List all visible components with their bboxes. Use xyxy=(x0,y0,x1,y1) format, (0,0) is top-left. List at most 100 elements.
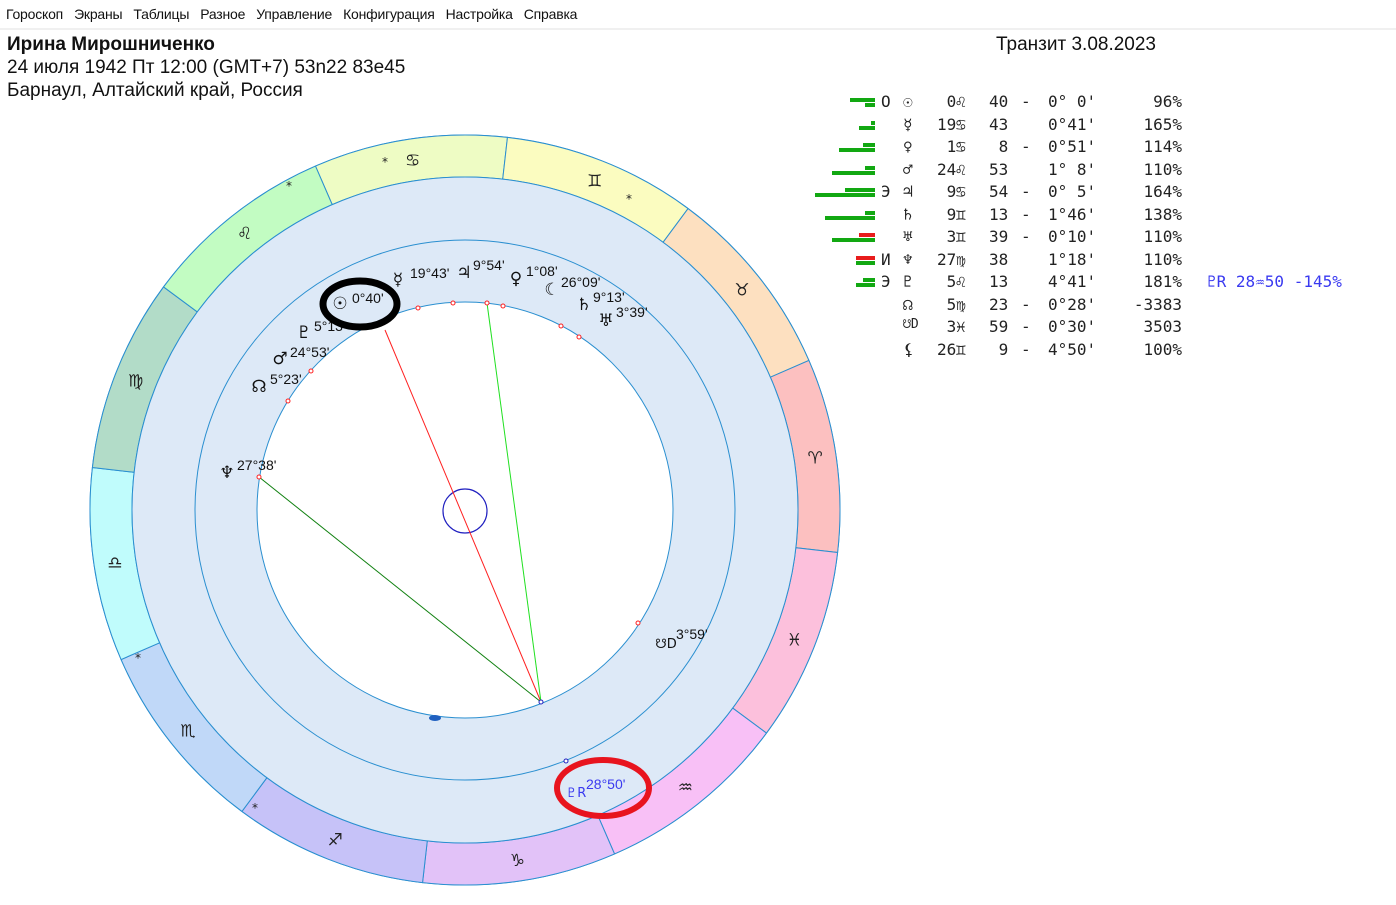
south-node-icon[interactable]: ☋D xyxy=(655,637,677,652)
percent: -3383 xyxy=(1133,294,1182,314)
transit-position-dot xyxy=(538,699,544,705)
south-node-degree-label: 3°59' xyxy=(676,626,708,642)
direction-dash: - xyxy=(1021,92,1031,111)
percent: 110% xyxy=(1143,227,1182,246)
table-row[interactable]: ♀ 1 ♋ 8-0°51' 114% xyxy=(0,137,1396,159)
planet-position-dot xyxy=(308,368,314,374)
sign-icon: ♓ xyxy=(956,317,966,336)
strength-bar xyxy=(865,165,875,170)
planet-position-dot xyxy=(285,398,291,404)
degree: 19 xyxy=(937,114,957,134)
table-row[interactable]: ☋D 3 ♓ 59-0°30' 3503 xyxy=(0,317,1396,339)
orb: 0°30' xyxy=(1048,317,1097,336)
planet-position-dot xyxy=(635,620,641,626)
sign-icon: ♌ xyxy=(956,92,966,111)
orb: 0° 5' xyxy=(1048,182,1097,201)
table-row[interactable]: ☊ 5 ♍ 23-0°28' -3383 xyxy=(0,295,1396,317)
planet-icon: ♂ xyxy=(903,159,913,179)
sagittarius-sign-icon: ♐ xyxy=(328,830,343,850)
degree: 9 xyxy=(937,204,957,224)
strength-bar xyxy=(856,255,875,260)
direction-dash: - xyxy=(1021,339,1031,359)
degree: 5 xyxy=(937,294,957,314)
minutes: 38 xyxy=(989,249,1009,269)
transit-pluto-icon[interactable]: ♇R xyxy=(566,786,587,801)
table-row[interactable]: ♂ 24 ♌ 53 1° 8' 110% xyxy=(0,160,1396,182)
libra-sign-icon: ♎ xyxy=(107,553,122,573)
sign-icon: ♍ xyxy=(956,294,966,314)
planet-icon: ☋D xyxy=(903,317,919,332)
sign-icon: ♌ xyxy=(956,159,966,179)
aspect-marker: О xyxy=(881,92,891,111)
sign-icon: ♋ xyxy=(956,137,966,156)
orb: 0°41' xyxy=(1048,114,1097,134)
direction-dash: - xyxy=(1021,182,1031,201)
direction-dash: - xyxy=(1021,294,1031,314)
percent: 3503 xyxy=(1143,317,1182,336)
orb: 1°18' xyxy=(1048,249,1097,269)
sign-icon: ♋ xyxy=(956,182,966,201)
table-row[interactable]: Э ♇ 5 ♌ 13 4°41' ♇R 28♒50 -145% 181% xyxy=(0,272,1396,294)
strength-bar xyxy=(863,143,875,147)
strength-bar xyxy=(815,193,875,197)
table-row[interactable]: ♄ 9 ♊ 13-1°46' 138% xyxy=(0,205,1396,227)
planet-icon: ♇ xyxy=(903,272,913,291)
orb: 4°41' xyxy=(1048,272,1097,291)
degree: 24 xyxy=(937,159,957,179)
sign-icon: ♍ xyxy=(956,249,966,269)
north-node-icon[interactable]: ☊ xyxy=(251,377,266,397)
table-row[interactable]: ⚸ 26 ♊ 9-4°50' 100% xyxy=(0,340,1396,362)
table-row[interactable]: ♅ 3 ♊ 39-0°10' 110% xyxy=(0,227,1396,249)
sign-icon: ♋ xyxy=(956,114,966,134)
degree: 3 xyxy=(937,317,957,336)
percent: 110% xyxy=(1143,159,1182,179)
table-row[interactable]: О ☉ 0 ♌ 40-0° 0' 96% xyxy=(0,92,1396,114)
planet-icon: ♆ xyxy=(903,249,913,269)
sign-icon: ♌ xyxy=(956,272,966,291)
aspect-marker: Э xyxy=(881,182,891,201)
direction-dash: - xyxy=(1021,227,1031,246)
percent: 110% xyxy=(1143,249,1182,269)
transit-position-dot xyxy=(563,758,569,764)
table-row[interactable]: И ♆ 27 ♍ 38 1°18' 110% xyxy=(0,250,1396,272)
sign-icon: ♊ xyxy=(956,227,966,246)
minutes: 9 xyxy=(989,339,1009,359)
planet-icon: ☊ xyxy=(903,294,913,314)
orb: 1°46' xyxy=(1048,204,1097,224)
percent: 96% xyxy=(1153,92,1182,111)
minutes: 53 xyxy=(989,159,1009,179)
strength-bar xyxy=(859,125,875,130)
degree: 0 xyxy=(937,92,957,111)
neptune-icon[interactable]: ♆ xyxy=(219,463,234,483)
planet-icon: ⚸ xyxy=(903,339,915,359)
minutes: 23 xyxy=(989,294,1009,314)
percent: 114% xyxy=(1143,137,1182,156)
degree: 3 xyxy=(937,227,957,246)
strength-bar xyxy=(871,120,875,125)
table-row[interactable]: Э ♃ 9 ♋ 54-0° 5' 164% xyxy=(0,182,1396,204)
percent: 181% xyxy=(1143,272,1182,291)
strength-bar xyxy=(839,148,875,152)
minutes: 13 xyxy=(989,204,1009,224)
orb: 0°10' xyxy=(1048,227,1097,246)
aspect-marker: И xyxy=(881,249,891,269)
degree: 1 xyxy=(937,137,957,156)
direction-dash: - xyxy=(1021,137,1031,156)
strength-bar xyxy=(832,238,875,242)
minutes: 39 xyxy=(989,227,1009,246)
strength-bar xyxy=(832,170,875,175)
strength-bar xyxy=(865,210,875,215)
table-row[interactable]: ☿ 19 ♋ 43 0°41' 165% xyxy=(0,115,1396,137)
strength-bar xyxy=(825,215,875,220)
minutes: 43 xyxy=(989,114,1009,134)
scorpio-sign-icon: ♏ xyxy=(180,721,195,741)
percent: 165% xyxy=(1143,114,1182,134)
minutes: 8 xyxy=(989,137,1009,156)
planet-icon: ♄ xyxy=(903,204,913,224)
center-circle xyxy=(442,488,488,534)
strength-bar xyxy=(850,98,875,102)
percent: 164% xyxy=(1143,182,1182,201)
aspect-marker: Э xyxy=(881,272,891,291)
degree: 5 xyxy=(937,272,957,291)
strength-bar xyxy=(865,103,875,107)
